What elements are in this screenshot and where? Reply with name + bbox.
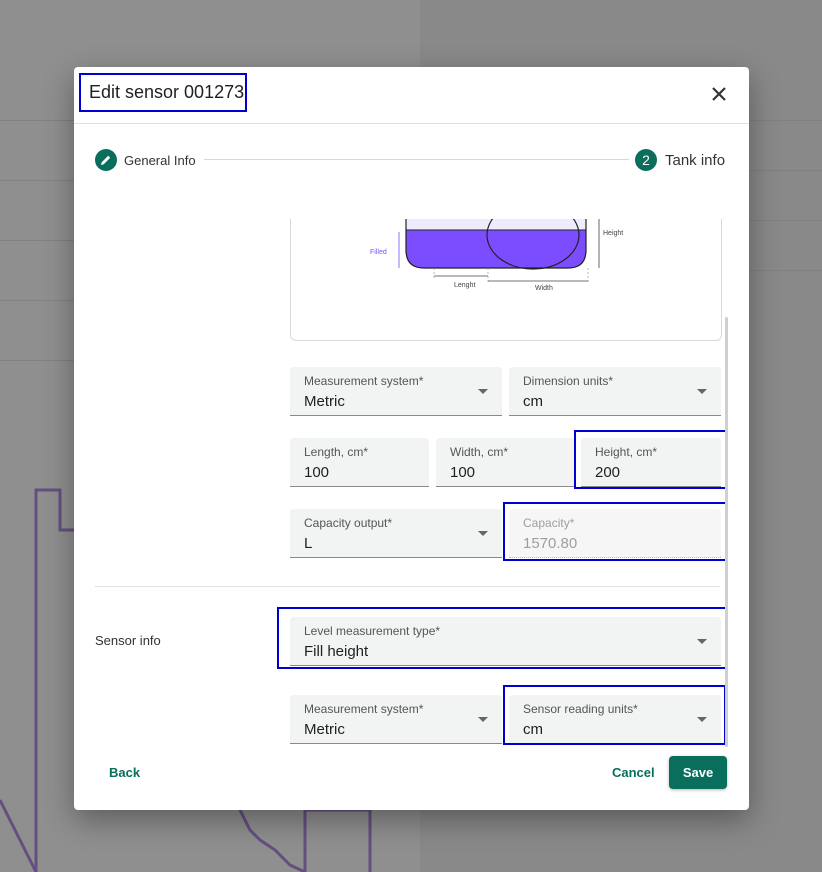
field-value: Fill height <box>304 643 369 660</box>
chevron-down-icon <box>478 389 488 394</box>
field-value: cm <box>523 721 543 738</box>
sensor-measurement-system-select[interactable]: Measurement system* Metric <box>290 695 502 744</box>
field-value: L <box>304 535 313 552</box>
tank-diagram: Height Filled Lenght Width <box>370 219 623 292</box>
field-label: Measurement system* <box>304 374 424 388</box>
close-button[interactable] <box>706 81 732 107</box>
save-button[interactable]: Save <box>669 756 727 789</box>
scrollbar[interactable] <box>725 317 728 747</box>
step-label: Tank info <box>665 151 726 169</box>
chevron-down-icon <box>478 717 488 722</box>
chevron-down-icon <box>478 531 488 536</box>
field-value: Metric <box>304 393 345 410</box>
sensor-reading-units-select[interactable]: Sensor reading units* cm <box>509 695 721 744</box>
tank-diagram-card: Height Filled Lenght Width <box>290 219 722 341</box>
chevron-down-icon <box>697 717 707 722</box>
close-icon <box>712 87 726 101</box>
tank-empty-area <box>406 219 586 230</box>
capacity-input: Capacity* 1570.80 <box>509 509 721 558</box>
step-number: 2 <box>635 149 657 171</box>
cancel-button[interactable]: Cancel <box>612 765 655 780</box>
field-value: cm <box>523 393 543 410</box>
field-label: Capacity output* <box>304 516 393 530</box>
dialog-content[interactable]: Height Filled Lenght Width Measurement s… <box>74 219 749 747</box>
level-measurement-type-select[interactable]: Level measurement type* Fill height <box>290 617 721 666</box>
field-value: 200 <box>595 464 621 481</box>
field-label: Measurement system* <box>304 702 424 716</box>
sensor-info-label: Sensor info <box>95 633 161 648</box>
back-button[interactable]: Back <box>109 765 140 780</box>
chevron-down-icon <box>697 639 707 644</box>
step-label: General Info <box>124 152 196 168</box>
field-label: Height, cm* <box>595 445 658 459</box>
field-value: 100 <box>450 464 476 481</box>
step-tank-info[interactable]: 2 Tank info <box>635 149 725 171</box>
length-diagram-label: Lenght <box>454 282 475 289</box>
field-value: 1570.80 <box>523 535 578 552</box>
field-label: Width, cm* <box>450 445 509 459</box>
field-label: Capacity* <box>523 516 575 530</box>
field-value: 100 <box>304 464 330 481</box>
dialog-title: Edit sensor 001273 <box>79 73 247 112</box>
height-input[interactable]: Height, cm* 200 <box>581 438 721 487</box>
field-label: Dimension units* <box>523 374 614 388</box>
section-divider <box>95 586 720 587</box>
field-label: Level measurement type* <box>304 624 441 638</box>
step-completed-circle <box>95 149 117 171</box>
chevron-down-icon <box>697 389 707 394</box>
edit-sensor-dialog: Edit sensor 001273 General Info 2 Tank i… <box>74 67 749 810</box>
width-input[interactable]: Width, cm* 100 <box>436 438 575 487</box>
tank-filled-area <box>406 230 586 268</box>
width-diagram-label: Width <box>535 285 553 292</box>
pencil-icon <box>101 155 111 165</box>
field-value: Metric <box>304 721 345 738</box>
field-label: Length, cm* <box>304 445 369 459</box>
length-input[interactable]: Length, cm* 100 <box>290 438 429 487</box>
capacity-output-select[interactable]: Capacity output* L <box>290 509 502 558</box>
filled-diagram-label: Filled <box>370 249 387 256</box>
field-label: Sensor reading units* <box>523 702 638 716</box>
dialog-header: Edit sensor 001273 <box>74 67 749 124</box>
height-diagram-label: Height <box>603 230 623 237</box>
measurement-system-select[interactable]: Measurement system* Metric <box>290 367 502 416</box>
stepper-connector <box>204 159 629 160</box>
step-general-info[interactable]: General Info <box>95 149 196 171</box>
dimension-units-select[interactable]: Dimension units* cm <box>509 367 721 416</box>
